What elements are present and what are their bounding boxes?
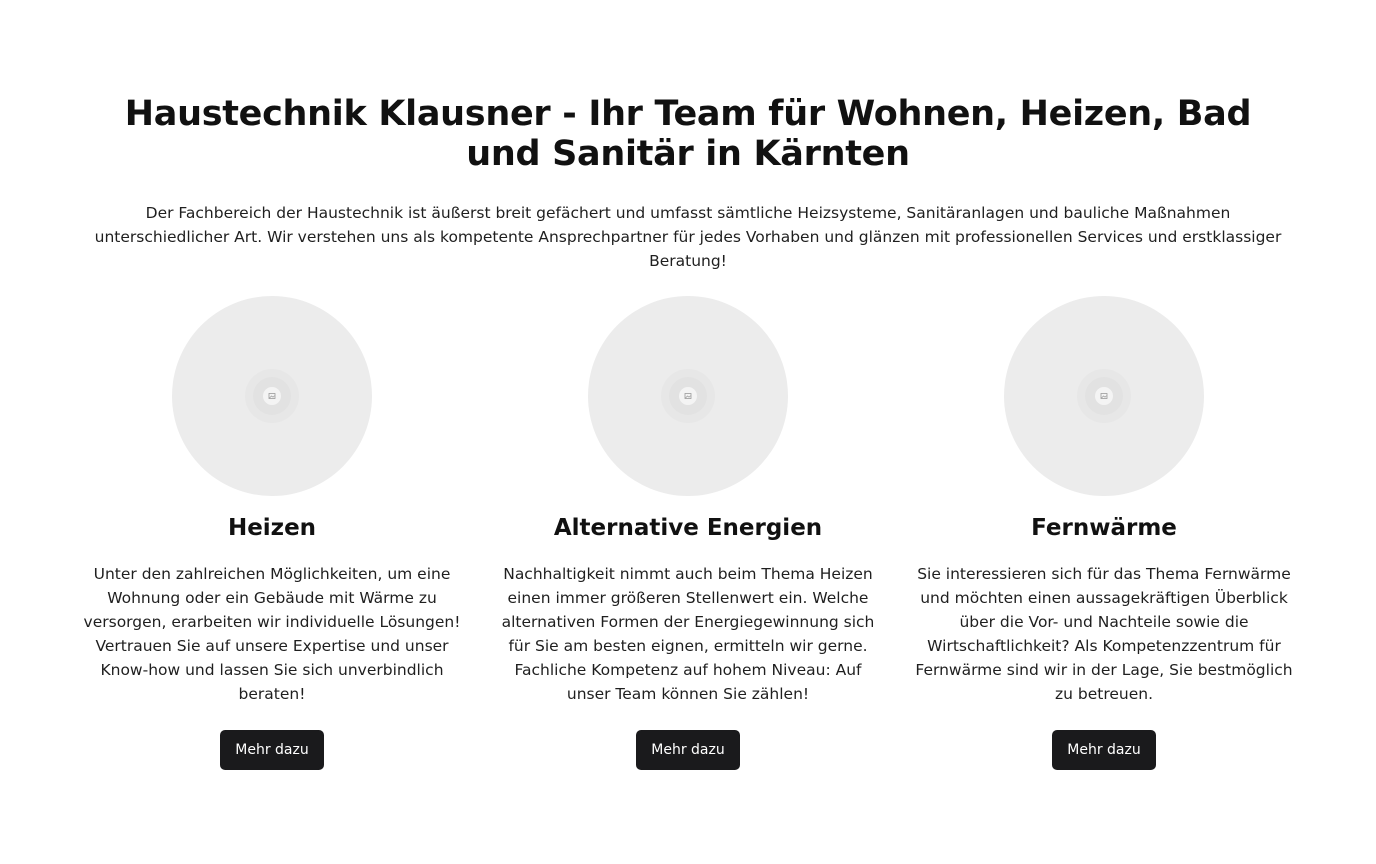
- service-image-placeholder: [588, 296, 788, 496]
- service-image-placeholder: [1004, 296, 1204, 496]
- page: Haustechnik Klausner - Ihr Team für Wohn…: [0, 0, 1376, 864]
- image-placeholder-icon: [684, 393, 692, 399]
- mehr-dazu-button-fernwaerme[interactable]: Mehr dazu: [1052, 730, 1156, 770]
- image-placeholder-icon: [1100, 393, 1108, 399]
- service-image-placeholder: [172, 296, 372, 496]
- service-description: Unter den zahlreichen Möglichkeiten, um …: [83, 565, 461, 703]
- image-placeholder-icon: [268, 393, 276, 399]
- mehr-dazu-button-alternative-energien[interactable]: Mehr dazu: [636, 730, 740, 770]
- mehr-dazu-button-heizen[interactable]: Mehr dazu: [220, 730, 324, 770]
- service-card-alternative-energien: Alternative Energien Nachhaltigkeit nimm…: [488, 296, 888, 770]
- service-card-heizen: Heizen Unter den zahlreichen Möglichkeit…: [72, 296, 472, 770]
- service-title: Alternative Energien: [553, 515, 823, 541]
- page-title: Haustechnik Klausner - Ihr Team für Wohn…: [124, 94, 1252, 174]
- service-description: Nachhaltigkeit nimmt auch beim Thema Hei…: [501, 565, 875, 703]
- service-title: Fernwärme: [1031, 515, 1177, 541]
- intro-text: Der Fachbereich der Haustechnik ist äuße…: [94, 204, 1282, 270]
- service-card-fernwaerme: Fernwärme Sie interessieren sich für das…: [904, 296, 1304, 770]
- service-description: Sie interessieren sich für das Thema Fer…: [915, 565, 1293, 703]
- service-title: Heizen: [227, 515, 317, 541]
